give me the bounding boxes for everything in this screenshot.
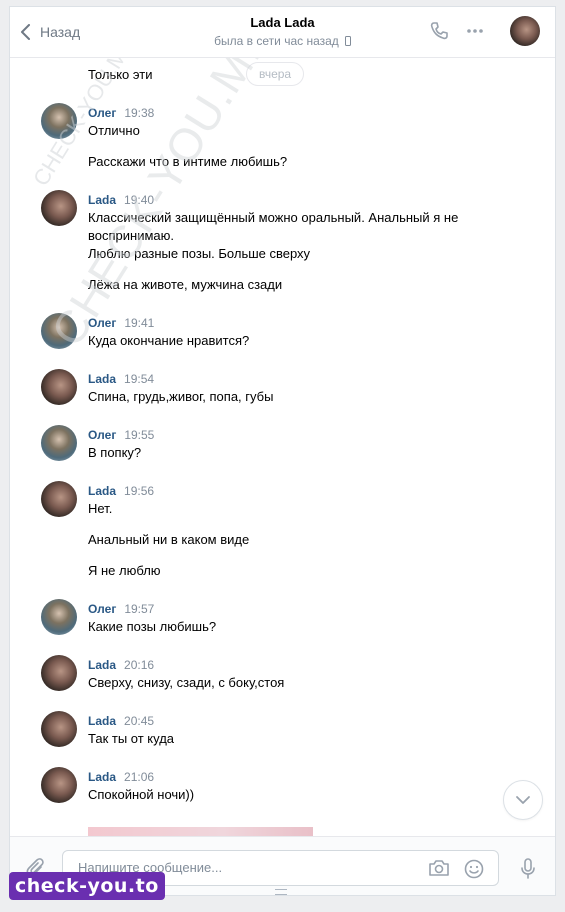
mobile-icon — [344, 36, 351, 46]
message-time: 19:54 — [124, 372, 155, 386]
avatar[interactable] — [41, 369, 77, 405]
sender-name[interactable]: Lada — [88, 657, 116, 673]
phone-icon[interactable] — [429, 21, 449, 41]
resize-grip[interactable] — [275, 889, 287, 895]
message-text: Сверху, снизу, сзади, с боку,стоя — [88, 675, 285, 690]
sender-name[interactable]: Lada — [88, 769, 116, 785]
message-time: 19:40 — [124, 193, 155, 207]
message-meta: Lada 19:54 — [88, 371, 154, 387]
message-history: Только эти вчера Олег 19:38 Отлично Расс… — [10, 57, 555, 836]
message-text: Люблю разные позы. Больше сверху — [88, 246, 311, 261]
sender-name[interactable]: Олег — [88, 601, 116, 617]
avatar[interactable] — [41, 655, 77, 691]
status-text: была в сети час назад — [214, 34, 339, 48]
message-text: Спина, грудь,живог, попа, губы — [88, 389, 274, 404]
message-meta: Олег 19:55 — [88, 427, 154, 443]
date-divider: вчера — [246, 62, 305, 86]
smile-icon[interactable] — [464, 859, 484, 884]
message-text: Расскажи что в интиме любишь? — [88, 154, 288, 169]
scroll-down-button[interactable] — [503, 780, 543, 820]
sender-name[interactable]: Lada — [88, 713, 116, 729]
chat-window: Назад Lada Lada была в сети час назад То… — [9, 6, 556, 896]
message-meta: Олег 19:57 — [88, 601, 154, 617]
message-text: воспринимаю. — [88, 228, 174, 243]
more-dots-icon[interactable] — [465, 21, 485, 41]
message-text: Лёжа на животе, мужчина сзади — [88, 277, 283, 292]
message-text: Нет. — [88, 501, 113, 516]
message-meta: Олег 19:41 — [88, 315, 154, 331]
message-meta: Lada 19:40 — [88, 192, 154, 208]
message-time: 19:41 — [124, 316, 155, 330]
sender-name[interactable]: Lada — [88, 483, 116, 499]
camera-icon[interactable] — [428, 859, 450, 882]
avatar[interactable] — [41, 767, 77, 803]
message-time: 21:06 — [124, 770, 155, 784]
message-text: Так ты от куда — [88, 731, 175, 746]
message-time: 20:45 — [124, 714, 155, 728]
microphone-icon[interactable] — [520, 858, 536, 885]
avatar[interactable] — [41, 425, 77, 461]
message-text: Спокойной ночи)) — [88, 787, 195, 802]
chevron-down-icon — [516, 796, 530, 804]
photo-attachment[interactable] — [88, 827, 313, 836]
message-time: 19:38 — [124, 106, 155, 120]
message-meta: Lada 21:06 — [88, 769, 154, 785]
message-meta: Lada 20:16 — [88, 657, 154, 673]
message-text: Какие позы любишь? — [88, 619, 217, 634]
message-time: 19:55 — [124, 428, 155, 442]
header-avatar[interactable] — [510, 16, 540, 46]
avatar[interactable] — [41, 103, 77, 139]
message-time: 19:56 — [124, 484, 155, 498]
message-meta: Lada 20:45 — [88, 713, 154, 729]
message-text: Куда окончание нравится? — [88, 333, 250, 348]
message-meta: Олег 19:38 — [88, 105, 154, 121]
sender-name[interactable]: Олег — [88, 315, 116, 331]
message-text: Я не люблю — [88, 563, 161, 578]
header-actions — [429, 21, 485, 41]
sender-name[interactable]: Олег — [88, 427, 116, 443]
chat-header: Назад Lada Lada была в сети час назад — [10, 7, 555, 58]
message-text: В попку? — [88, 445, 142, 460]
message-text: Анальный ни в каком виде — [88, 532, 250, 547]
message-time: 20:16 — [124, 658, 155, 672]
sender-name[interactable]: Lada — [88, 192, 116, 208]
avatar[interactable] — [41, 313, 77, 349]
avatar[interactable] — [41, 599, 77, 635]
message-text: Классический защищённый можно оральный. … — [88, 210, 459, 225]
watermark-badge: check-you.to — [9, 872, 165, 900]
message-meta: Lada 19:56 — [88, 483, 154, 499]
message-text: Только эти — [88, 67, 153, 82]
sender-name[interactable]: Lada — [88, 371, 116, 387]
sender-name[interactable]: Олег — [88, 105, 116, 121]
avatar[interactable] — [41, 190, 77, 226]
avatar[interactable] — [41, 711, 77, 747]
avatar[interactable] — [41, 481, 77, 517]
message-text: Отлично — [88, 123, 140, 138]
message-time: 19:57 — [124, 602, 155, 616]
